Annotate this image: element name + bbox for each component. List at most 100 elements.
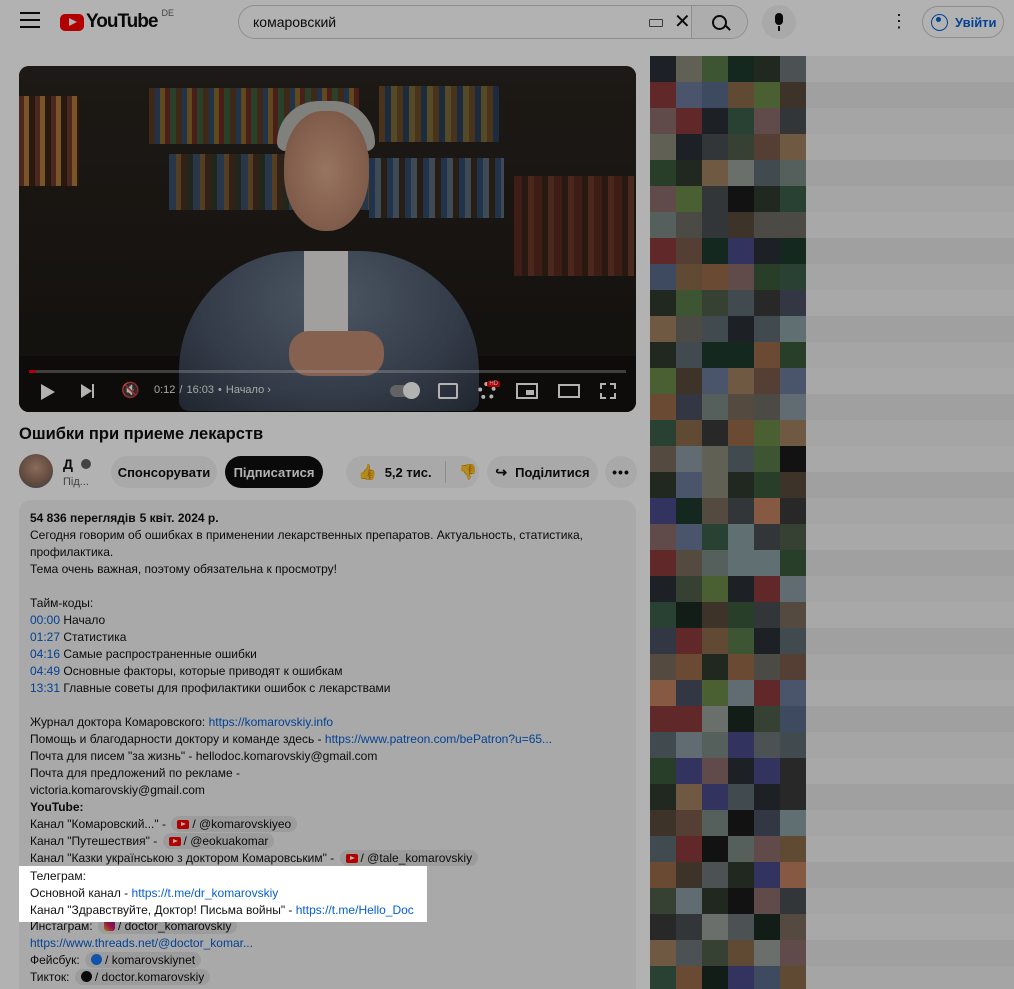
timecode-link[interactable]: 04:49: [30, 664, 60, 678]
mosaic-cell: [676, 732, 702, 758]
progress-bar[interactable]: [29, 370, 626, 373]
mute-icon[interactable]: 🔇: [121, 383, 140, 399]
like-icon[interactable]: 👍: [358, 463, 377, 481]
mosaic-cell: [650, 550, 676, 576]
mosaic-cell: [702, 810, 728, 836]
chapter-title[interactable]: Начало: [226, 384, 264, 396]
yt-channel-label: Канал "Казки українською з доктором Кома…: [30, 851, 335, 865]
mosaic-cell: [780, 420, 806, 446]
mosaic-cell: [702, 680, 728, 706]
dislike-icon[interactable]: 👎: [459, 463, 478, 481]
threads-link[interactable]: https://www.threads.net/@doctor_komar...: [30, 936, 253, 950]
mosaic-cell: [780, 758, 806, 784]
yt-channel-chip[interactable]: / @eokuakomar: [162, 833, 275, 849]
search-button[interactable]: [691, 6, 747, 38]
mosaic-cell: [676, 134, 702, 160]
youtube-logo[interactable]: YouTube DE: [60, 8, 174, 33]
mosaic-cell: [650, 420, 676, 446]
mosaic-cell: [754, 732, 780, 758]
mosaic-cell: [650, 966, 676, 989]
mosaic-cell: [650, 914, 676, 940]
mosaic-cell: [676, 628, 702, 654]
help-label: Помощь и благодарности доктору и команде…: [30, 732, 322, 746]
tiktok-icon: [80, 971, 92, 982]
mosaic-cell: [676, 680, 702, 706]
subtitles-icon[interactable]: [438, 383, 458, 399]
fullscreen-icon[interactable]: [600, 383, 616, 399]
like-count[interactable]: 5,2 тис.: [385, 465, 432, 480]
mosaic-cell: [676, 966, 702, 989]
mosaic-cell: [780, 472, 806, 498]
miniplayer-icon[interactable]: [516, 383, 538, 399]
journal-link[interactable]: https://komarovskiy.info: [209, 715, 334, 729]
mosaic-cell: [780, 576, 806, 602]
mosaic-cell: [728, 524, 754, 550]
theater-icon[interactable]: [558, 384, 580, 398]
mosaic-cell: [702, 446, 728, 472]
autoplay-toggle-icon[interactable]: [390, 382, 420, 399]
mosaic-cell: [702, 576, 728, 602]
keyboard-icon[interactable]: [649, 19, 663, 27]
more-horiz-icon[interactable]: •••: [605, 456, 637, 488]
timecode-link[interactable]: 04:16: [30, 647, 60, 661]
timecode-link[interactable]: 00:00: [30, 613, 60, 627]
mail-ads-address: victoria.komarovskiy@gmail.com: [30, 783, 205, 797]
clear-icon[interactable]: ✕: [674, 12, 691, 32]
mosaic-cell: [754, 264, 780, 290]
mosaic-cell: [676, 654, 702, 680]
mosaic-cell: [754, 342, 780, 368]
mosaic-cell: [754, 914, 780, 940]
mosaic-cell: [650, 342, 676, 368]
tiktok-chip[interactable]: / doctor.komarovskiy: [74, 969, 211, 985]
logo-text: YouTube: [86, 11, 158, 32]
share-button[interactable]: ↪ Поділитися: [487, 456, 598, 488]
settings-icon[interactable]: HD: [478, 381, 500, 400]
presenter-head: [284, 111, 369, 231]
next-icon[interactable]: [81, 384, 94, 398]
telegram-title: Телеграм:: [30, 869, 86, 883]
play-icon[interactable]: [41, 384, 55, 400]
subscribe-button[interactable]: Підписатися: [225, 456, 323, 488]
mic-icon[interactable]: [762, 5, 796, 39]
telegram-main-link[interactable]: https://t.me/dr_komarovskiy: [132, 886, 279, 900]
search-input[interactable]: комаровский: [239, 6, 691, 38]
yt-channel-chip[interactable]: / @tale_komarovskiy: [339, 850, 479, 866]
mosaic-cell: [780, 654, 806, 680]
bookshelf: [19, 96, 79, 186]
telegram-main-row: Основной канал - https://t.me/dr_komarov…: [30, 885, 416, 902]
timecode-link[interactable]: 01:27: [30, 630, 60, 644]
menu-icon[interactable]: [20, 12, 40, 30]
timecode-row: 01:27 Статистика: [30, 629, 625, 646]
mosaic-cell: [728, 82, 754, 108]
facebook-chip[interactable]: / komarovskiynet: [85, 952, 202, 968]
mosaic-cell: [702, 862, 728, 888]
recommendations-sidebar: [650, 56, 1014, 989]
mosaic-cell: [754, 810, 780, 836]
mosaic-cell: [676, 212, 702, 238]
telegram-letters-link[interactable]: https://t.me/Hello_Doc: [296, 903, 414, 917]
mosaic-cell: [676, 446, 702, 472]
mosaic-cell: [728, 472, 754, 498]
mosaic-cell: [650, 82, 676, 108]
mosaic-cell: [780, 264, 806, 290]
sponsor-button[interactable]: Спонсорувати: [111, 456, 217, 488]
mosaic-cell: [728, 238, 754, 264]
timecode-label: Статистика: [63, 630, 127, 644]
channel-avatar[interactable]: [19, 454, 53, 488]
more-vert-icon[interactable]: ⋮: [890, 10, 908, 32]
timecode-link[interactable]: 13:31: [30, 681, 60, 695]
mosaic-cell: [780, 498, 806, 524]
mosaic-cell: [650, 108, 676, 134]
video-player[interactable]: 🔇 0:12/16:03 • Начало › HD: [19, 66, 636, 412]
patreon-link[interactable]: https://www.patreon.com/bePatron?u=65...: [325, 732, 552, 746]
youtube-icon: [345, 854, 358, 863]
mosaic-cell: [780, 628, 806, 654]
mosaic-cell: [650, 212, 676, 238]
mosaic-cell: [650, 940, 676, 966]
yt-channel-row: Канал "Путешествия" - / @eokuakomar: [30, 833, 625, 850]
signin-button[interactable]: Увійти: [922, 6, 1004, 38]
yt-channel-chip[interactable]: / @komarovskiyeo: [171, 816, 298, 832]
mosaic-cell: [754, 368, 780, 394]
channel-name[interactable]: Д: [63, 456, 73, 472]
mosaic-cell: [754, 862, 780, 888]
